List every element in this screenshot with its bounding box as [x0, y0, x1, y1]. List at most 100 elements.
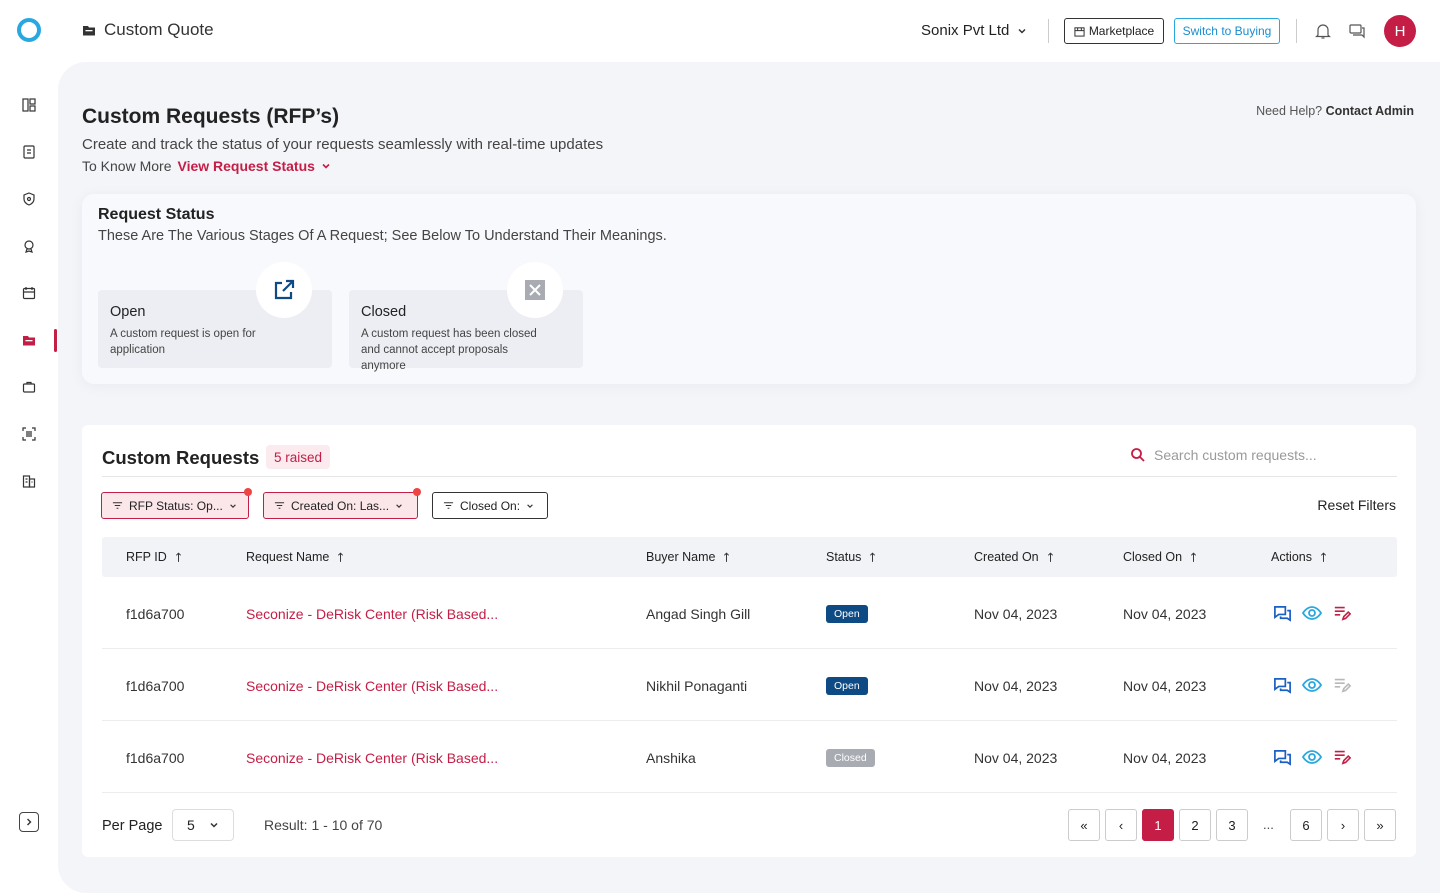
- document-icon[interactable]: [20, 143, 38, 161]
- marketplace-button[interactable]: Marketplace: [1064, 18, 1164, 44]
- first-page-button[interactable]: «: [1068, 809, 1100, 841]
- sidebar-expand-button[interactable]: [19, 812, 39, 832]
- column-header-status[interactable]: Status: [826, 550, 876, 564]
- view-request-status-label: View Request Status: [177, 158, 315, 174]
- app-logo[interactable]: [17, 18, 41, 42]
- search-box: [1130, 447, 1396, 463]
- badge-icon[interactable]: [20, 237, 38, 255]
- column-label: Buyer Name: [646, 550, 716, 564]
- created-on-cell: Nov 04, 2023: [974, 678, 1058, 694]
- closed-on-cell: Nov 04, 2023: [1123, 750, 1207, 766]
- table-row[interactable]: f1d6a700 Seconize - DeRisk Center (Risk …: [102, 577, 1397, 649]
- column-header-created-on[interactable]: Created On: [974, 550, 1054, 564]
- bell-icon[interactable]: [1313, 21, 1333, 41]
- column-header-request-name[interactable]: Request Name: [246, 550, 344, 564]
- header-divider: [1048, 19, 1049, 43]
- stage-description: A custom request has been closed and can…: [361, 328, 537, 372]
- per-page-select[interactable]: 5: [172, 809, 234, 841]
- edit-list-icon[interactable]: [1332, 747, 1352, 767]
- reset-filters-button[interactable]: Reset Filters: [1317, 497, 1396, 513]
- search-input[interactable]: [1154, 447, 1384, 463]
- page-button-3[interactable]: 3: [1216, 809, 1248, 841]
- chevron-down-icon: [396, 503, 402, 508]
- filter-active-dot: [413, 488, 421, 496]
- column-label: Request Name: [246, 550, 330, 564]
- company-selector[interactable]: Sonix Pvt Ltd: [921, 22, 1027, 39]
- shield-icon[interactable]: [20, 190, 38, 208]
- stage-bubble: [507, 262, 563, 318]
- created-on-cell: Nov 04, 2023: [974, 750, 1058, 766]
- column-label: Created On: [974, 550, 1039, 564]
- table-row[interactable]: f1d6a700 Seconize - DeRisk Center (Risk …: [102, 721, 1397, 793]
- filter-active-dot: [244, 488, 252, 496]
- request-name-link[interactable]: Seconize - DeRisk Center (Risk Based...: [246, 678, 498, 694]
- edit-list-icon[interactable]: [1332, 603, 1352, 623]
- chevron-right-icon: [27, 818, 32, 826]
- last-page-button[interactable]: »: [1364, 809, 1396, 841]
- page-button-2[interactable]: 2: [1179, 809, 1211, 841]
- view-eye-icon[interactable]: [1302, 747, 1322, 767]
- know-more-row: To Know More View Request Status: [82, 158, 331, 174]
- request-name-link[interactable]: Seconize - DeRisk Center (Risk Based...: [246, 606, 498, 622]
- row-actions: [1272, 675, 1352, 695]
- messages-icon[interactable]: [1347, 21, 1367, 41]
- edit-list-icon[interactable]: [1332, 675, 1352, 695]
- filter-icon: [443, 502, 454, 509]
- contact-admin-link[interactable]: Contact Admin: [1326, 104, 1414, 118]
- sort-arrow-icon: [1320, 551, 1327, 562]
- sort-arrow-icon: [1191, 551, 1197, 562]
- filter-label: Created On: Las...: [291, 498, 390, 513]
- custom-quote-icon[interactable]: [20, 331, 38, 349]
- help-text: Need Help? Contact Admin: [1256, 104, 1414, 118]
- column-label: Status: [826, 550, 862, 564]
- column-header-actions[interactable]: Actions: [1271, 550, 1327, 564]
- view-eye-icon[interactable]: [1302, 603, 1322, 623]
- closed-on-cell: Nov 04, 2023: [1123, 606, 1207, 622]
- column-header-closed-on[interactable]: Closed On: [1123, 550, 1197, 564]
- chevron-down-icon: [527, 503, 533, 508]
- buyer-name-cell: Anshika: [646, 750, 696, 766]
- request-status-subtitle: These Are The Various Stages Of A Reques…: [98, 228, 667, 244]
- view-request-status-link[interactable]: View Request Status: [177, 158, 330, 174]
- filter-rfp-status[interactable]: RFP Status: Op...: [101, 488, 252, 519]
- request-name-link[interactable]: Seconize - DeRisk Center (Risk Based...: [246, 750, 498, 766]
- table-row[interactable]: f1d6a700 Seconize - DeRisk Center (Risk …: [102, 649, 1397, 721]
- filter-created-on[interactable]: Created On: Las...: [263, 488, 421, 519]
- chat-icon[interactable]: [1272, 747, 1292, 767]
- raised-count-badge: 5 raised: [266, 445, 331, 469]
- view-eye-icon[interactable]: [1302, 675, 1322, 695]
- stage-name: Open: [110, 304, 146, 320]
- row-actions: [1272, 747, 1352, 767]
- column-header-buyer-name[interactable]: Buyer Name: [646, 550, 730, 564]
- dashboard-icon[interactable]: [20, 96, 38, 114]
- column-label: RFP ID: [126, 550, 167, 564]
- main-content: Custom Requests (RFP’s) Create and track…: [58, 62, 1440, 893]
- divider: [102, 476, 1397, 477]
- stage-description: A custom request is open for application: [110, 328, 256, 356]
- custom-requests-title: Custom Requests: [102, 447, 260, 468]
- filter-closed-on[interactable]: Closed On:: [432, 492, 548, 519]
- scan-icon[interactable]: [20, 425, 38, 443]
- chat-icon[interactable]: [1272, 603, 1292, 623]
- switch-to-buying-label: Switch to Buying: [1182, 24, 1272, 38]
- avatar[interactable]: H: [1384, 15, 1416, 47]
- briefcase-icon[interactable]: [20, 378, 38, 396]
- next-page-button[interactable]: ›: [1327, 809, 1359, 841]
- calendar-icon[interactable]: [20, 284, 38, 302]
- page-button-6[interactable]: 6: [1290, 809, 1322, 841]
- prev-page-button[interactable]: ‹: [1105, 809, 1137, 841]
- sort-arrow-icon: [870, 551, 876, 562]
- column-header-rfp-id[interactable]: RFP ID: [126, 550, 182, 564]
- app-title: Custom Quote: [82, 20, 214, 40]
- building-icon[interactable]: [20, 472, 38, 490]
- chat-icon[interactable]: [1272, 675, 1292, 695]
- sort-arrow-icon: [724, 551, 730, 562]
- table-header: RFP ID Request Name Buyer Name Status Cr…: [102, 537, 1397, 577]
- page-button-1[interactable]: 1: [1142, 809, 1174, 841]
- external-link-icon: [274, 279, 295, 300]
- chevron-down-icon: [1018, 28, 1026, 34]
- switch-to-buying-button[interactable]: Switch to Buying: [1174, 18, 1280, 44]
- sidebar-active-indicator: [54, 329, 57, 352]
- filter-icon: [112, 502, 123, 509]
- close-box-icon: [525, 280, 545, 300]
